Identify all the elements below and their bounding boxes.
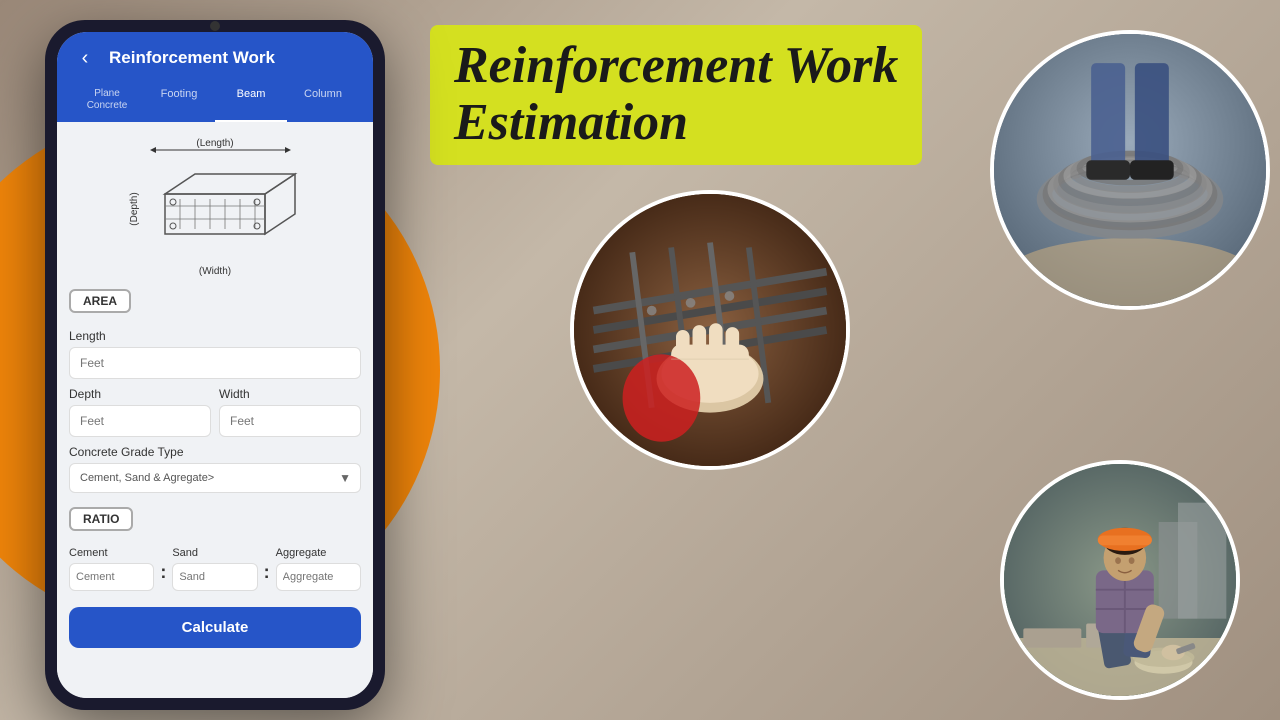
app-header: ‹ Reinforcement Work PlaneConcrete Footi… [57, 32, 373, 122]
sand-input[interactable] [172, 563, 257, 591]
title-banner: Reinforcement Work Estimation [430, 25, 922, 165]
cement-col: Cement [69, 547, 154, 591]
rebar-circle-image [570, 190, 850, 470]
aggregate-label: Aggregate [276, 547, 361, 559]
ratio-badge: RATIO [69, 507, 133, 531]
tab-beam[interactable]: Beam [215, 82, 287, 122]
depth-input[interactable] [69, 405, 211, 437]
area-section: AREA Length Depth Width Concrete G [69, 289, 361, 493]
depth-label: Depth [69, 387, 211, 401]
worker-circle-image [1000, 460, 1240, 700]
wire-circle-image [990, 30, 1270, 310]
title-line1: Reinforcement Work Estimation [454, 37, 898, 151]
phone-notch [185, 20, 245, 32]
svg-text:(Depth): (Depth) [129, 192, 140, 225]
sand-col: Sand [172, 547, 257, 591]
tab-plane-concrete[interactable]: PlaneConcrete [71, 82, 143, 122]
width-label: Width [219, 387, 361, 401]
ratio-section: RATIO Cement : Sand : Aggre [69, 507, 361, 591]
tab-bar: PlaneConcrete Footing Beam Column [71, 82, 359, 122]
colon-separator-1: : [160, 562, 166, 591]
calculate-button[interactable]: Calculate [69, 607, 361, 648]
aggregate-input[interactable] [276, 563, 361, 591]
svg-text:(Length): (Length) [196, 138, 233, 149]
width-col: Width [219, 379, 361, 437]
worker-svg [1004, 460, 1236, 700]
app-content: (Length) (Depth) (Width) [57, 122, 373, 698]
phone-shell: ‹ Reinforcement Work PlaneConcrete Footi… [45, 20, 385, 710]
wire-svg [994, 30, 1266, 310]
length-input[interactable] [69, 347, 361, 379]
cement-label: Cement [69, 547, 154, 559]
tab-footing[interactable]: Footing [143, 82, 215, 122]
grade-label: Concrete Grade Type [69, 445, 361, 459]
depth-width-row: Depth Width [69, 379, 361, 437]
beam-diagram: (Length) (Depth) (Width) [69, 134, 361, 279]
cement-input[interactable] [69, 563, 154, 591]
colon-separator-2: : [264, 562, 270, 591]
rebar-image-content [574, 194, 846, 466]
phone-camera [210, 21, 220, 31]
depth-col: Depth [69, 379, 211, 437]
aggregate-col: Aggregate [276, 547, 361, 591]
width-input[interactable] [219, 405, 361, 437]
beam-diagram-svg: (Length) (Depth) (Width) [115, 134, 315, 279]
wire-image-content [994, 34, 1266, 306]
area-badge: AREA [69, 289, 131, 313]
rebar-svg [574, 190, 846, 470]
grade-select[interactable]: Cement, Sand & Agregate> [69, 463, 361, 493]
svg-text:(Width): (Width) [199, 266, 231, 277]
right-content: Reinforcement Work Estimation [420, 0, 1280, 720]
phone-mockup: ‹ Reinforcement Work PlaneConcrete Footi… [45, 20, 385, 710]
length-label: Length [69, 329, 361, 343]
phone-screen: ‹ Reinforcement Work PlaneConcrete Footi… [57, 32, 373, 698]
grade-select-wrapper[interactable]: Cement, Sand & Agregate> ▼ [69, 463, 361, 493]
app-header-top: ‹ Reinforcement Work [71, 44, 359, 72]
sand-label: Sand [172, 547, 257, 559]
worker-image-content [1004, 464, 1236, 696]
ratio-inputs-row: Cement : Sand : Aggregate [69, 547, 361, 591]
app-title: Reinforcement Work [109, 48, 275, 68]
back-button[interactable]: ‹ [71, 44, 99, 72]
tab-column[interactable]: Column [287, 82, 359, 122]
